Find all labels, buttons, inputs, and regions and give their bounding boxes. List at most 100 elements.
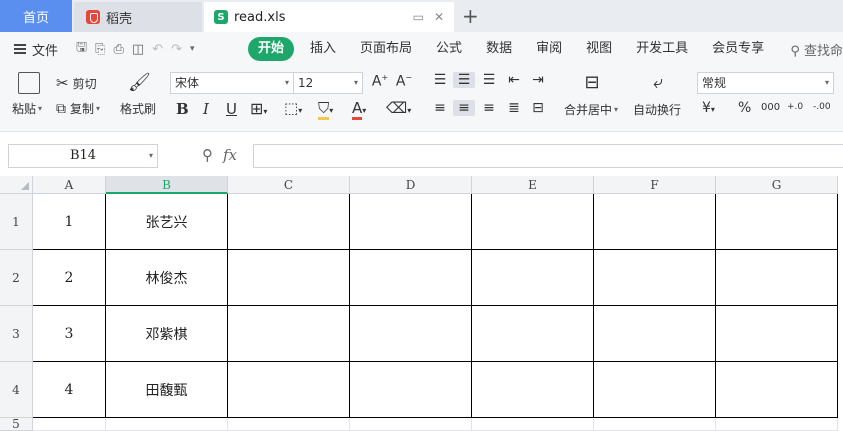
font-size-select[interactable]: 12 ▾ xyxy=(293,72,363,94)
tab-file[interactable]: S read.xls ▭ ✕ xyxy=(204,2,454,32)
align-right-icon[interactable]: ≡ xyxy=(479,100,499,116)
decrease-indent-icon[interactable]: ⇤ xyxy=(504,72,524,88)
cell-d2[interactable] xyxy=(350,250,472,306)
distributed-icon[interactable]: ⊟ xyxy=(528,100,548,116)
fill-color-icon[interactable]: ⛉▾ xyxy=(318,99,333,120)
cut-button[interactable]: ✂ 剪切 xyxy=(56,74,97,92)
menu-item-member[interactable]: 会员专享 xyxy=(700,37,776,61)
column-header-a[interactable]: A xyxy=(33,176,106,194)
formula-input[interactable] xyxy=(253,144,843,168)
cell-c2[interactable] xyxy=(228,250,350,306)
cell-f4[interactable] xyxy=(594,362,716,418)
menu-item-developer[interactable]: 开发工具 xyxy=(624,37,700,61)
file-menu[interactable]: 文件 xyxy=(0,40,68,59)
cell-e4[interactable] xyxy=(472,362,594,418)
cell-b2[interactable]: 林俊杰 xyxy=(106,250,228,306)
cell-b3[interactable]: 邓紫棋 xyxy=(106,306,228,362)
increase-decimal-button[interactable]: +.0 xyxy=(787,102,803,112)
number-format-select[interactable]: 常规 ▾ xyxy=(697,72,834,94)
currency-button[interactable]: ¥▾ xyxy=(702,100,715,116)
cell-e1[interactable] xyxy=(472,194,594,250)
align-top-icon[interactable]: ☰ xyxy=(430,72,450,88)
justify-icon[interactable]: ≣ xyxy=(504,100,524,116)
cell-c1[interactable] xyxy=(228,194,350,250)
cell-f2[interactable] xyxy=(594,250,716,306)
menu-item-formulas[interactable]: 公式 xyxy=(424,37,474,61)
copy-button[interactable]: ⧉ 复制 ▾ xyxy=(56,100,100,117)
cell-b5[interactable] xyxy=(106,418,228,431)
decrease-decimal-button[interactable]: -.00 xyxy=(813,102,831,112)
row-header-5[interactable]: 5 xyxy=(0,418,33,431)
column-header-d[interactable]: D xyxy=(350,176,472,194)
cell-style-icon[interactable]: ⬚▾ xyxy=(284,99,302,117)
align-middle-icon[interactable]: ☰ xyxy=(453,72,475,88)
clear-format-icon[interactable]: ⌫▾ xyxy=(386,99,411,117)
wrap-text-icon[interactable]: ⤶ xyxy=(644,72,672,93)
cell-c4[interactable] xyxy=(228,362,350,418)
cell-a3[interactable]: 3 xyxy=(33,306,106,362)
cell-c5[interactable] xyxy=(228,418,350,431)
thousands-separator-button[interactable]: 000 xyxy=(761,102,780,113)
print-icon[interactable]: ⎙ xyxy=(113,42,123,57)
function-icon[interactable]: fx xyxy=(223,146,237,164)
print-preview-icon[interactable]: ◫ xyxy=(132,42,144,57)
cell-e2[interactable] xyxy=(472,250,594,306)
increase-indent-icon[interactable]: ⇥ xyxy=(528,72,548,88)
menu-item-insert[interactable]: 插入 xyxy=(298,37,348,61)
font-color-icon[interactable]: A▾ xyxy=(352,99,366,120)
align-left-icon[interactable]: ≡ xyxy=(430,100,450,116)
menu-item-data[interactable]: 数据 xyxy=(474,37,524,61)
tab-home[interactable]: 首页 xyxy=(0,0,72,32)
column-header-g[interactable]: G xyxy=(716,176,838,194)
underline-button[interactable]: U xyxy=(226,100,237,118)
cell-f5[interactable] xyxy=(594,418,716,431)
close-icon[interactable]: ✕ xyxy=(434,10,444,24)
cell-e3[interactable] xyxy=(472,306,594,362)
cell-c3[interactable] xyxy=(228,306,350,362)
pin-icon[interactable]: ▭ xyxy=(413,10,424,24)
name-box[interactable]: B14 ▾ xyxy=(8,144,158,168)
bold-button[interactable]: B xyxy=(176,100,189,118)
paste-button[interactable]: 粘贴 ▾ xyxy=(12,100,42,117)
cell-e5[interactable] xyxy=(472,418,594,431)
redo-icon[interactable]: ↷ xyxy=(171,42,182,57)
decrease-font-icon[interactable]: A− xyxy=(394,73,414,90)
cell-g5[interactable] xyxy=(716,418,838,431)
row-header-3[interactable]: 3 xyxy=(0,306,33,362)
increase-font-icon[interactable]: A+ xyxy=(370,73,390,90)
menu-item-page-layout[interactable]: 页面布局 xyxy=(348,37,424,61)
cell-b4[interactable]: 田馥甄 xyxy=(106,362,228,418)
row-header-1[interactable]: 1 xyxy=(0,194,33,250)
tab-docer[interactable]: 稻壳 xyxy=(74,2,202,32)
column-header-c[interactable]: C xyxy=(228,176,350,194)
cell-d4[interactable] xyxy=(350,362,472,418)
undo-icon[interactable]: ↶ xyxy=(152,42,163,57)
cell-g2[interactable] xyxy=(716,250,838,306)
zoom-icon[interactable]: ⚲ xyxy=(202,146,213,164)
percent-button[interactable]: % xyxy=(738,100,751,116)
paste-icon[interactable] xyxy=(18,72,40,94)
format-painter-button[interactable]: 格式刷 xyxy=(120,100,156,117)
menu-item-home[interactable]: 开始 xyxy=(248,37,295,61)
font-name-select[interactable]: 宋体 ▾ xyxy=(170,72,294,94)
row-header-2[interactable]: 2 xyxy=(0,250,33,306)
cell-a2[interactable]: 2 xyxy=(33,250,106,306)
cell-g4[interactable] xyxy=(716,362,838,418)
align-center-icon[interactable]: ≡ xyxy=(453,100,475,116)
new-tab-icon[interactable]: + xyxy=(462,4,479,28)
cell-g1[interactable] xyxy=(716,194,838,250)
cell-a1[interactable]: 1 xyxy=(33,194,106,250)
align-bottom-icon[interactable]: ☰ xyxy=(479,72,499,88)
merge-center-icon[interactable]: ⊟ xyxy=(578,72,606,93)
cell-a4[interactable]: 4 xyxy=(33,362,106,418)
format-painter-icon[interactable]: 🖌 xyxy=(128,72,151,93)
cell-f3[interactable] xyxy=(594,306,716,362)
customize-toolbar-icon[interactable]: ▾ xyxy=(190,44,195,54)
row-header-4[interactable]: 4 xyxy=(0,362,33,418)
italic-button[interactable]: I xyxy=(203,100,209,118)
cell-b1[interactable]: 张艺兴 xyxy=(106,194,228,250)
wrap-text-button[interactable]: 自动换行 xyxy=(633,101,681,118)
save-icon[interactable]: 🖫 xyxy=(76,38,87,60)
cell-d5[interactable] xyxy=(350,418,472,431)
menu-item-view[interactable]: 视图 xyxy=(574,37,624,61)
